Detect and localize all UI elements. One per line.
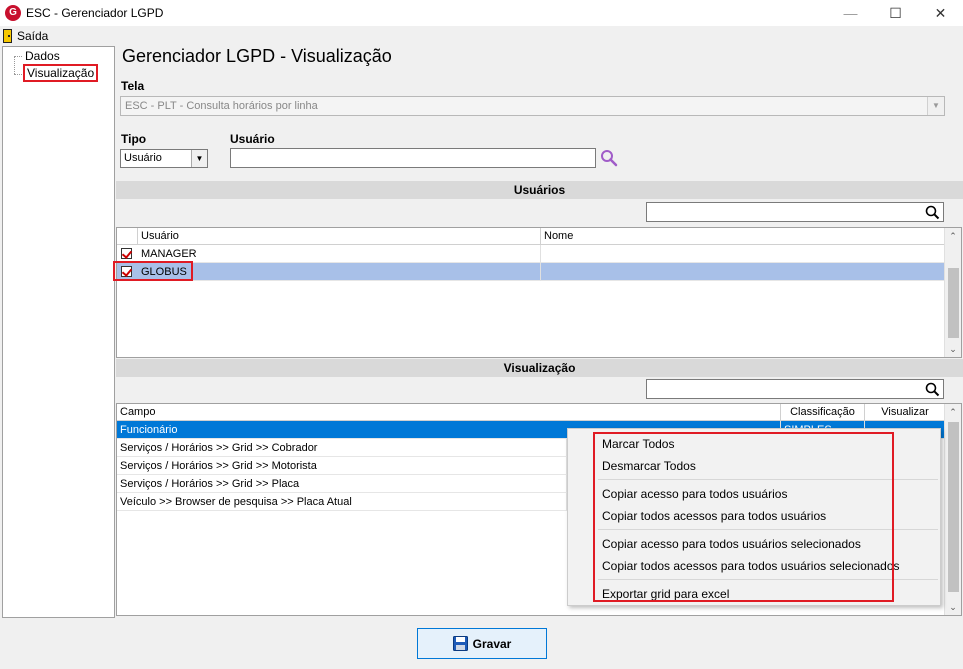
table-row[interactable]: GLOBUS <box>117 263 946 281</box>
usuarios-search-input[interactable] <box>646 202 944 222</box>
window-title: ESC - Gerenciador LGPD <box>26 6 164 20</box>
tree-connector <box>14 74 22 75</box>
table-row[interactable]: MANAGER <box>117 245 946 263</box>
save-button-label: Gravar <box>472 636 512 651</box>
scroll-down-icon[interactable]: ⌄ <box>945 341 961 357</box>
chevron-down-icon[interactable]: ▼ <box>191 150 207 167</box>
minimize-icon[interactable]: — <box>828 0 873 26</box>
column-header-classificacao[interactable]: Classificação <box>781 404 865 421</box>
tipo-select-value: Usuário <box>124 152 162 164</box>
cell-campo: Veículo >> Browser de pesquisa >> Placa … <box>117 493 567 511</box>
vertical-scrollbar[interactable]: ⌃ ⌄ <box>944 228 961 357</box>
save-button[interactable]: Gravar <box>417 628 547 659</box>
cell-nome <box>541 263 946 281</box>
scroll-up-icon[interactable]: ⌃ <box>945 228 961 244</box>
tree-item-dados[interactable]: Dados <box>23 49 62 63</box>
search-icon[interactable] <box>925 382 940 397</box>
search-icon[interactable] <box>925 205 940 220</box>
cell-campo: Serviços / Horários >> Grid >> Motorista <box>117 457 567 475</box>
tela-select-value: ESC - PLT - Consulta horários por linha <box>125 100 318 112</box>
floppy-disk-icon <box>452 636 468 651</box>
cell-usuario: MANAGER <box>138 245 541 263</box>
table-row[interactable]: Veículo >> Browser de pesquisa >> Placa … <box>117 493 567 511</box>
title-bar: G ESC - Gerenciador LGPD — ☐ ✕ <box>0 0 963 26</box>
column-header-nome[interactable]: Nome <box>541 228 946 245</box>
table-row[interactable]: Serviços / Horários >> Grid >> Cobrador <box>117 439 567 457</box>
scroll-thumb[interactable] <box>948 268 959 338</box>
app-window: G ESC - Gerenciador LGPD — ☐ ✕ Saída Dad… <box>0 0 963 669</box>
cell-nome <box>541 245 946 263</box>
usuario-label: Usuário <box>230 132 275 146</box>
table-row[interactable]: Serviços / Horários >> Grid >> Placa <box>117 475 567 493</box>
maximize-icon[interactable]: ☐ <box>873 0 918 26</box>
scroll-down-icon[interactable]: ⌄ <box>945 599 961 615</box>
menu-bar: Saída <box>0 26 963 45</box>
usuario-input[interactable] <box>230 148 596 168</box>
chevron-down-icon[interactable]: ▼ <box>927 97 944 115</box>
tree-connector <box>14 56 15 74</box>
column-header-usuario[interactable]: Usuário <box>138 228 541 245</box>
visualizacao-search-input[interactable] <box>646 379 944 399</box>
close-icon[interactable]: ✕ <box>918 0 963 26</box>
column-header-campo[interactable]: Campo <box>117 404 781 421</box>
scroll-thumb[interactable] <box>948 422 959 592</box>
row-checkbox[interactable] <box>121 248 132 259</box>
scroll-up-icon[interactable]: ⌃ <box>945 404 961 420</box>
door-exit-icon <box>3 28 12 43</box>
exit-menu-label: Saída <box>17 28 49 43</box>
page-title: Gerenciador LGPD - Visualização <box>122 46 392 66</box>
cell-campo: Serviços / Horários >> Grid >> Placa <box>117 475 567 493</box>
app-logo-icon: G <box>5 5 21 21</box>
highlight-outline <box>113 261 193 281</box>
column-header-visualizar[interactable]: Visualizar <box>865 404 946 421</box>
search-icon[interactable] <box>600 149 618 167</box>
tipo-select[interactable]: Usuário ▼ <box>120 149 208 168</box>
exit-menu-item[interactable]: Saída <box>3 27 48 44</box>
vertical-scrollbar[interactable]: ⌃ ⌄ <box>944 404 961 615</box>
navigation-tree: Dados Visualização <box>2 46 115 618</box>
tree-connector <box>14 56 22 57</box>
tela-select[interactable]: ESC - PLT - Consulta horários por linha … <box>120 96 945 116</box>
usuarios-grid: Usuário Nome MANAGER GLOBUS ⌃ ⌄ <box>116 227 962 358</box>
usuarios-section-header: Usuários <box>116 181 963 199</box>
visualizacao-section-header: Visualização <box>116 359 963 377</box>
highlight-outline <box>593 432 894 602</box>
table-row[interactable]: Serviços / Horários >> Grid >> Motorista <box>117 457 567 475</box>
tela-label: Tela <box>121 79 145 93</box>
tipo-label: Tipo <box>121 132 147 146</box>
tree-item-visualizacao[interactable]: Visualização <box>23 64 99 82</box>
cell-usuario: GLOBUS <box>138 263 541 281</box>
cell-campo: Serviços / Horários >> Grid >> Cobrador <box>117 439 567 457</box>
column-header-check <box>117 228 138 245</box>
